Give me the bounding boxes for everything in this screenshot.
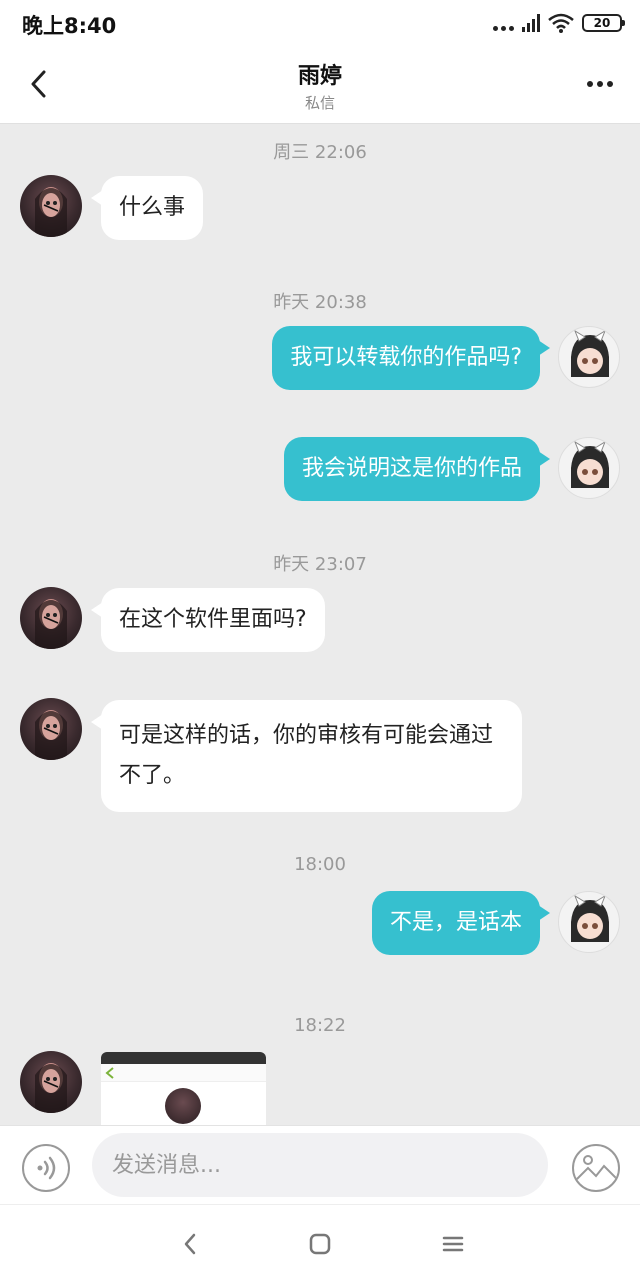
nav-back-button[interactable] [175, 1229, 205, 1259]
status-bar: 晚上8:40 20 [0, 0, 640, 46]
timestamp: 昨天 23:07 [273, 554, 367, 575]
timestamp: 周三 22:06 [273, 142, 367, 163]
message-bubble-outgoing[interactable]: 不是，是话本 [371, 891, 551, 955]
signal-dots-icon [493, 21, 514, 31]
contact-avatar[interactable] [20, 1051, 82, 1113]
message-bubble-outgoing[interactable]: 我会说明这是你的作品 [283, 437, 551, 501]
message-bubble-incoming[interactable]: 可是这样的话，你的审核有可能会通过不了。 [91, 700, 522, 812]
voice-button[interactable] [22, 1144, 70, 1192]
nav-menu-button[interactable] [438, 1229, 468, 1259]
message-bubble-outgoing[interactable]: 我可以转载你的作品吗? [272, 326, 550, 390]
image-message[interactable] [101, 1052, 266, 1125]
chat-header: 雨婷 私信 [0, 46, 640, 124]
nav-menu-icon [442, 1236, 464, 1252]
cell-signal-icon [522, 14, 540, 32]
message-input[interactable] [92, 1133, 548, 1197]
image-icon [575, 1155, 618, 1181]
battery-icon: 20 [582, 14, 625, 32]
contact-avatar[interactable] [20, 175, 82, 237]
timestamp: 18:22 [294, 1015, 346, 1036]
input-bar [0, 1125, 640, 1204]
voice-icon [37, 1156, 56, 1180]
nav-home-icon [309, 1233, 331, 1255]
status-time: 晚上8:40 [22, 14, 117, 38]
more-button[interactable] [580, 74, 620, 94]
image-thumbnail-statusbar [101, 1052, 266, 1064]
timestamp: 18:00 [294, 854, 346, 875]
my-avatar[interactable] [558, 891, 620, 953]
message-bubble-incoming[interactable]: 什么事 [90, 176, 204, 240]
timestamp: 昨天 20:38 [273, 292, 367, 313]
image-thumbnail-avatar [165, 1088, 201, 1124]
header-subtitle: 私信 [304, 94, 335, 112]
nav-home-button[interactable] [305, 1229, 335, 1259]
status-icons: 20 [493, 11, 625, 35]
wifi-icon [548, 13, 574, 33]
more-icon [587, 81, 593, 87]
contact-avatar[interactable] [20, 587, 82, 649]
contact-avatar[interactable] [20, 698, 82, 760]
my-avatar[interactable] [558, 437, 620, 499]
nav-back-icon [184, 1233, 196, 1255]
message-list[interactable]: 周三 22:06 什么事 昨天 20:38 我可以转载你的作品吗? 我会说明这是… [0, 124, 640, 1125]
image-thumbnail-header [101, 1064, 266, 1082]
my-avatar[interactable] [558, 326, 620, 388]
message-bubble-incoming[interactable]: 在这个软件里面吗? [91, 588, 325, 652]
image-button[interactable] [572, 1144, 620, 1192]
contact-name: 雨婷 [297, 64, 342, 89]
system-nav-bar [0, 1204, 640, 1280]
